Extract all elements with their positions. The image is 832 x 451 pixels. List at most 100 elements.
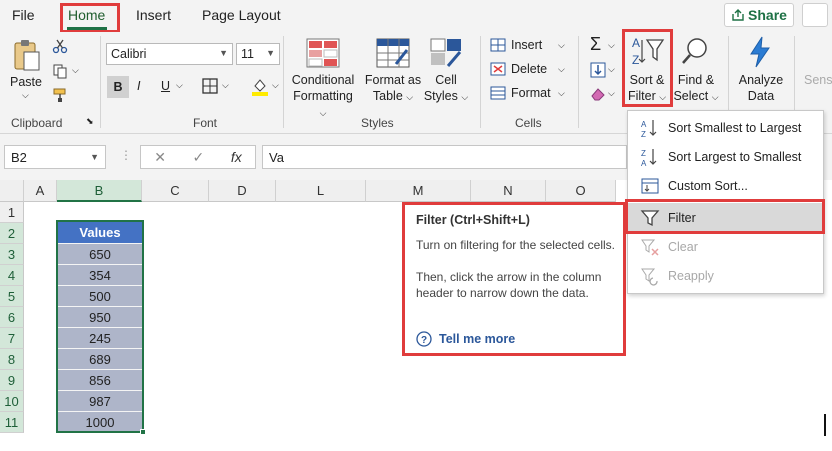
cut-icon[interactable] — [52, 38, 68, 54]
delete-cells-icon — [490, 62, 506, 76]
borders-icon[interactable] — [202, 78, 218, 94]
cell-styles-label-1: Cell — [435, 73, 457, 87]
autosum-dropdown-arrow[interactable]: ⌵ — [608, 40, 615, 51]
fill-dropdown-arrow[interactable]: ⌵ — [608, 64, 615, 75]
column-header[interactable]: L — [276, 180, 366, 202]
tooltip-title: Filter (Ctrl+Shift+L) — [416, 213, 530, 227]
svg-text:Z: Z — [641, 130, 646, 138]
italic-button[interactable]: I — [137, 79, 140, 93]
row-header[interactable]: 5 — [0, 286, 24, 307]
cancel-entry-icon[interactable]: ✕ — [154, 149, 166, 166]
row-header[interactable]: 3 — [0, 244, 24, 265]
selection-border — [56, 220, 144, 433]
insert-cells-button[interactable]: Insert — [511, 38, 542, 52]
delete-cells-dropdown-arrow[interactable]: ⌵ — [558, 64, 565, 75]
group-separator — [578, 36, 579, 128]
sort-ascending-icon: A Z — [641, 119, 657, 138]
comments-button[interactable] — [802, 3, 828, 27]
svg-text:A: A — [641, 159, 647, 167]
format-cells-dropdown-arrow[interactable]: ⌵ — [558, 88, 565, 99]
fill-color-icon[interactable] — [250, 76, 270, 96]
row-header[interactable]: 10 — [0, 391, 24, 412]
share-button[interactable]: Share — [724, 3, 794, 27]
menu-item-label: Sort Smallest to Largest — [668, 120, 802, 135]
column-header[interactable]: B — [57, 180, 142, 202]
borders-dropdown-arrow[interactable]: ⌵ — [222, 80, 229, 91]
cell-styles-button[interactable]: Cell Styles ⌵ — [420, 72, 472, 105]
copy-dropdown-arrow[interactable]: ⌵ — [72, 65, 79, 76]
row-header[interactable]: 2 — [0, 223, 24, 244]
formula-value: Va — [269, 150, 284, 165]
row-header[interactable]: 8 — [0, 349, 24, 370]
cells-group-label: Cells — [515, 116, 542, 130]
font-size-combo[interactable]: 11 ▼ — [236, 43, 280, 65]
insert-function-icon[interactable]: fx — [231, 149, 242, 165]
analyze-data-button[interactable]: Analyze Data — [734, 72, 788, 104]
menu-item-sort-descending[interactable]: Z A Sort Largest to Smallest — [628, 142, 823, 171]
menu-item-sort-ascending[interactable]: A Z Sort Smallest to Largest — [628, 113, 823, 142]
find-select-label-1: Find & — [677, 73, 715, 87]
row-header[interactable]: 7 — [0, 328, 24, 349]
confirm-entry-icon[interactable]: ✓ — [193, 149, 205, 166]
format-as-table-button[interactable]: Format as Table ⌵ — [361, 72, 425, 105]
conditional-formatting-label-2: Formatting — [293, 89, 353, 103]
fill-handle[interactable] — [140, 429, 146, 435]
column-header[interactable]: M — [366, 180, 471, 202]
sort-filter-highlight — [622, 29, 673, 107]
column-header[interactable]: D — [209, 180, 276, 202]
tell-me-more-link[interactable]: ? Tell me more — [416, 331, 515, 347]
fill-down-icon[interactable] — [590, 62, 606, 78]
name-box[interactable]: B2 ▼ — [4, 145, 106, 169]
column-header[interactable]: O — [546, 180, 616, 202]
find-select-label-2: Select — [673, 89, 709, 103]
clipboard-group-label: Clipboard — [11, 116, 63, 130]
copy-icon[interactable] — [52, 63, 68, 79]
help-icon: ? — [416, 331, 432, 347]
tab-page-layout[interactable]: Page Layout — [202, 7, 281, 23]
formula-input[interactable]: Va — [262, 145, 627, 169]
tab-insert[interactable]: Insert — [136, 7, 171, 23]
conditional-formatting-button[interactable]: Conditional Formatting ⌵ — [288, 72, 358, 121]
reapply-icon — [641, 268, 658, 286]
bold-button[interactable]: B — [107, 76, 129, 98]
row-header[interactable]: 9 — [0, 370, 24, 391]
row-header[interactable]: 6 — [0, 307, 24, 328]
column-header[interactable]: C — [142, 180, 209, 202]
font-size-value: 11 — [241, 47, 254, 61]
fill-color-dropdown-arrow[interactable]: ⌵ — [272, 80, 279, 91]
share-label: Share — [748, 7, 787, 23]
format-painter-icon[interactable] — [52, 87, 68, 103]
clear-filter-icon — [641, 239, 659, 256]
underline-button[interactable]: U — [161, 79, 170, 93]
format-as-table-label-1: Format as — [364, 73, 422, 87]
cell-styles-icon — [430, 38, 462, 67]
sensitivity-button[interactable]: Sens — [804, 72, 832, 88]
column-header[interactable]: A — [24, 180, 57, 202]
select-all-corner[interactable] — [0, 180, 24, 202]
menu-item-clear[interactable]: Clear — [628, 232, 823, 261]
delete-cells-button[interactable]: Delete — [511, 62, 547, 76]
autosum-icon[interactable]: Σ — [590, 34, 601, 55]
tab-file[interactable]: File — [12, 7, 35, 23]
column-header[interactable]: N — [471, 180, 546, 202]
format-as-table-label-2: Table — [372, 89, 403, 103]
insert-cells-dropdown-arrow[interactable]: ⌵ — [558, 40, 565, 51]
analyze-data-label-2: Data — [747, 89, 775, 103]
underline-dropdown-arrow[interactable]: ⌵ — [176, 80, 183, 91]
menu-item-reapply[interactable]: Reapply — [628, 261, 823, 290]
paste-button[interactable]: Paste — [10, 74, 42, 90]
find-select-icon — [682, 38, 707, 64]
menu-item-custom-sort[interactable]: Custom Sort... — [628, 171, 823, 200]
row-header[interactable]: 11 — [0, 412, 24, 433]
clear-eraser-icon[interactable] — [590, 86, 606, 102]
paste-dropdown-arrow[interactable]: ⌵ — [22, 90, 29, 101]
tooltip-line-2: Then, click the arrow in the column head… — [416, 270, 602, 300]
menu-item-label: Custom Sort... — [668, 178, 748, 193]
clear-dropdown-arrow[interactable]: ⌵ — [608, 88, 615, 99]
row-header[interactable]: 1 — [0, 202, 24, 223]
find-select-button[interactable]: Find & Select ⌵ — [670, 72, 722, 105]
row-header[interactable]: 4 — [0, 265, 24, 286]
clipboard-launcher-icon[interactable]: ⬊ — [86, 116, 94, 127]
format-cells-button[interactable]: Format — [511, 86, 551, 100]
font-name-combo[interactable]: Calibri ▼ — [106, 43, 233, 65]
